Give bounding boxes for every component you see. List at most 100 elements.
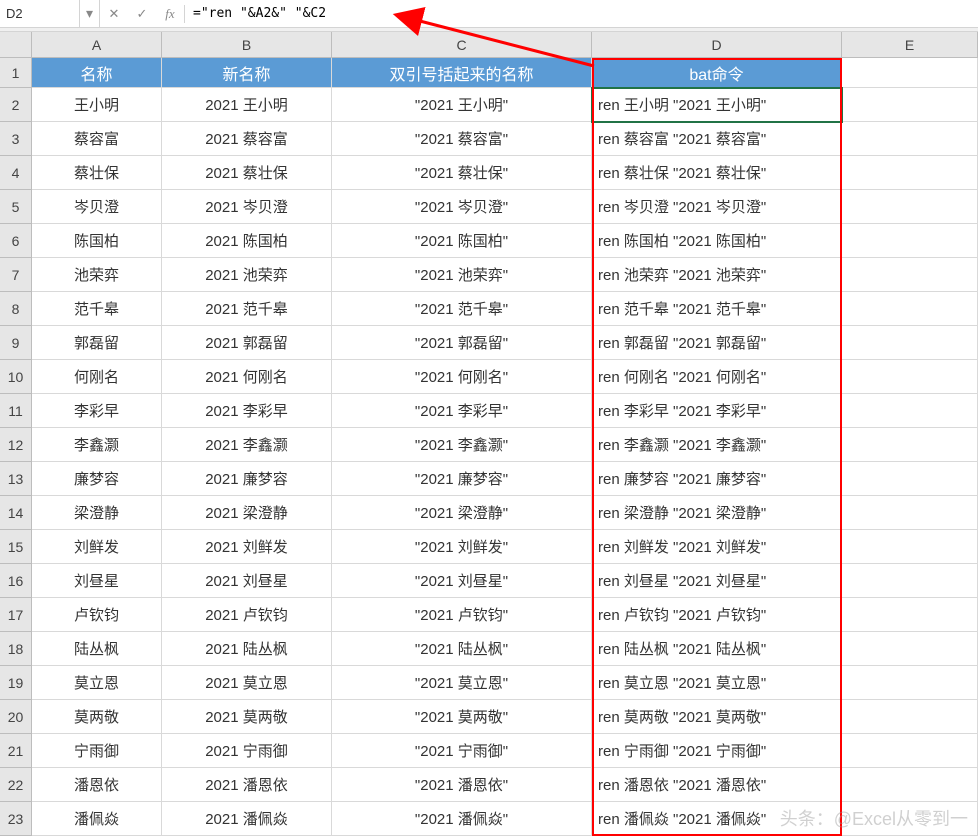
- cell-batcmd[interactable]: ren 李彩早 "2021 李彩早": [592, 394, 842, 428]
- cell-empty[interactable]: [842, 564, 978, 598]
- cell-quotedname[interactable]: "2021 王小明": [332, 88, 592, 122]
- cell-empty[interactable]: [842, 394, 978, 428]
- cell-newname[interactable]: 2021 刘昼星: [162, 564, 332, 598]
- row-header[interactable]: 7: [0, 258, 32, 292]
- cell-name[interactable]: 刘鲜发: [32, 530, 162, 564]
- cell-name[interactable]: 郭磊留: [32, 326, 162, 360]
- cell-newname[interactable]: 2021 潘恩依: [162, 768, 332, 802]
- cell-newname[interactable]: 2021 李彩早: [162, 394, 332, 428]
- cell-quotedname[interactable]: "2021 卢钦钧": [332, 598, 592, 632]
- row-header[interactable]: 15: [0, 530, 32, 564]
- cell-name[interactable]: 宁雨御: [32, 734, 162, 768]
- row-header[interactable]: 5: [0, 190, 32, 224]
- cell-newname[interactable]: 2021 蔡容富: [162, 122, 332, 156]
- cell-empty[interactable]: [842, 802, 978, 836]
- row-header[interactable]: 21: [0, 734, 32, 768]
- row-header[interactable]: 13: [0, 462, 32, 496]
- row-header[interactable]: 1: [0, 58, 32, 88]
- cell-empty[interactable]: [842, 734, 978, 768]
- spreadsheet-grid[interactable]: A B C D E 1 名称 新名称 双引号括起来的名称 bat命令 2王小明2…: [0, 32, 978, 836]
- row-header[interactable]: 23: [0, 802, 32, 836]
- cell-empty[interactable]: [842, 700, 978, 734]
- cell-name[interactable]: 刘昼星: [32, 564, 162, 598]
- row-header[interactable]: 17: [0, 598, 32, 632]
- cell-name[interactable]: 蔡壮保: [32, 156, 162, 190]
- cell-newname[interactable]: 2021 李鑫灏: [162, 428, 332, 462]
- cell-newname[interactable]: 2021 岑贝澄: [162, 190, 332, 224]
- cell-name[interactable]: 廉梦容: [32, 462, 162, 496]
- header-cell-empty[interactable]: [842, 58, 978, 88]
- cell-quotedname[interactable]: "2021 郭磊留": [332, 326, 592, 360]
- cell-newname[interactable]: 2021 廉梦容: [162, 462, 332, 496]
- cell-quotedname[interactable]: "2021 刘鲜发": [332, 530, 592, 564]
- cancel-icon[interactable]: ✕: [100, 0, 128, 27]
- cell-empty[interactable]: [842, 292, 978, 326]
- row-header[interactable]: 8: [0, 292, 32, 326]
- row-header[interactable]: 20: [0, 700, 32, 734]
- header-cell-quotedname[interactable]: 双引号括起来的名称: [332, 58, 592, 88]
- cell-quotedname[interactable]: "2021 莫两敬": [332, 700, 592, 734]
- cell-empty[interactable]: [842, 258, 978, 292]
- cell-batcmd[interactable]: ren 刘鲜发 "2021 刘鲜发": [592, 530, 842, 564]
- cell-name[interactable]: 李彩早: [32, 394, 162, 428]
- cell-name[interactable]: 蔡容富: [32, 122, 162, 156]
- cell-empty[interactable]: [842, 360, 978, 394]
- cell-newname[interactable]: 2021 范千皋: [162, 292, 332, 326]
- cell-name[interactable]: 陆丛枫: [32, 632, 162, 666]
- name-box[interactable]: D2: [0, 0, 80, 27]
- cell-quotedname[interactable]: "2021 梁澄静": [332, 496, 592, 530]
- cell-batcmd[interactable]: ren 莫立恩 "2021 莫立恩": [592, 666, 842, 700]
- cell-name[interactable]: 范千皋: [32, 292, 162, 326]
- cell-quotedname[interactable]: "2021 岑贝澄": [332, 190, 592, 224]
- cell-quotedname[interactable]: "2021 陈国柏": [332, 224, 592, 258]
- cell-batcmd[interactable]: ren 莫两敬 "2021 莫两敬": [592, 700, 842, 734]
- cell-empty[interactable]: [842, 88, 978, 122]
- header-cell-name[interactable]: 名称: [32, 58, 162, 88]
- row-header[interactable]: 19: [0, 666, 32, 700]
- cell-quotedname[interactable]: "2021 莫立恩": [332, 666, 592, 700]
- cell-name[interactable]: 陈国柏: [32, 224, 162, 258]
- cell-empty[interactable]: [842, 768, 978, 802]
- cell-name[interactable]: 梁澄静: [32, 496, 162, 530]
- cell-batcmd[interactable]: ren 宁雨御 "2021 宁雨御": [592, 734, 842, 768]
- cell-batcmd[interactable]: ren 卢钦钧 "2021 卢钦钧": [592, 598, 842, 632]
- cell-newname[interactable]: 2021 刘鲜发: [162, 530, 332, 564]
- cell-name[interactable]: 卢钦钧: [32, 598, 162, 632]
- cell-newname[interactable]: 2021 莫两敬: [162, 700, 332, 734]
- cell-empty[interactable]: [842, 122, 978, 156]
- cell-name[interactable]: 潘佩焱: [32, 802, 162, 836]
- cell-batcmd[interactable]: ren 何刚名 "2021 何刚名": [592, 360, 842, 394]
- row-header[interactable]: 12: [0, 428, 32, 462]
- cell-quotedname[interactable]: "2021 陆丛枫": [332, 632, 592, 666]
- enter-icon[interactable]: ✓: [128, 0, 156, 27]
- cell-empty[interactable]: [842, 530, 978, 564]
- cell-batcmd[interactable]: ren 李鑫灏 "2021 李鑫灏": [592, 428, 842, 462]
- name-box-dropdown-icon[interactable]: ▾: [80, 0, 100, 27]
- cell-batcmd[interactable]: ren 范千皋 "2021 范千皋": [592, 292, 842, 326]
- cell-empty[interactable]: [842, 156, 978, 190]
- row-header[interactable]: 2: [0, 88, 32, 122]
- header-cell-newname[interactable]: 新名称: [162, 58, 332, 88]
- cell-name[interactable]: 何刚名: [32, 360, 162, 394]
- cell-newname[interactable]: 2021 池荣弈: [162, 258, 332, 292]
- cell-quotedname[interactable]: "2021 廉梦容": [332, 462, 592, 496]
- cell-name[interactable]: 潘恩依: [32, 768, 162, 802]
- cell-quotedname[interactable]: "2021 范千皋": [332, 292, 592, 326]
- cell-quotedname[interactable]: "2021 池荣弈": [332, 258, 592, 292]
- cell-name[interactable]: 李鑫灏: [32, 428, 162, 462]
- row-header[interactable]: 18: [0, 632, 32, 666]
- cell-name[interactable]: 池荣弈: [32, 258, 162, 292]
- cell-newname[interactable]: 2021 卢钦钧: [162, 598, 332, 632]
- row-header[interactable]: 6: [0, 224, 32, 258]
- cell-newname[interactable]: 2021 陆丛枫: [162, 632, 332, 666]
- select-all-corner[interactable]: [0, 32, 32, 58]
- cell-newname[interactable]: 2021 何刚名: [162, 360, 332, 394]
- col-header-E[interactable]: E: [842, 32, 978, 58]
- cell-empty[interactable]: [842, 496, 978, 530]
- cell-newname[interactable]: 2021 梁澄静: [162, 496, 332, 530]
- row-header[interactable]: 10: [0, 360, 32, 394]
- cell-quotedname[interactable]: "2021 李鑫灏": [332, 428, 592, 462]
- cell-batcmd[interactable]: ren 陆丛枫 "2021 陆丛枫": [592, 632, 842, 666]
- cell-newname[interactable]: 2021 蔡壮保: [162, 156, 332, 190]
- cell-empty[interactable]: [842, 598, 978, 632]
